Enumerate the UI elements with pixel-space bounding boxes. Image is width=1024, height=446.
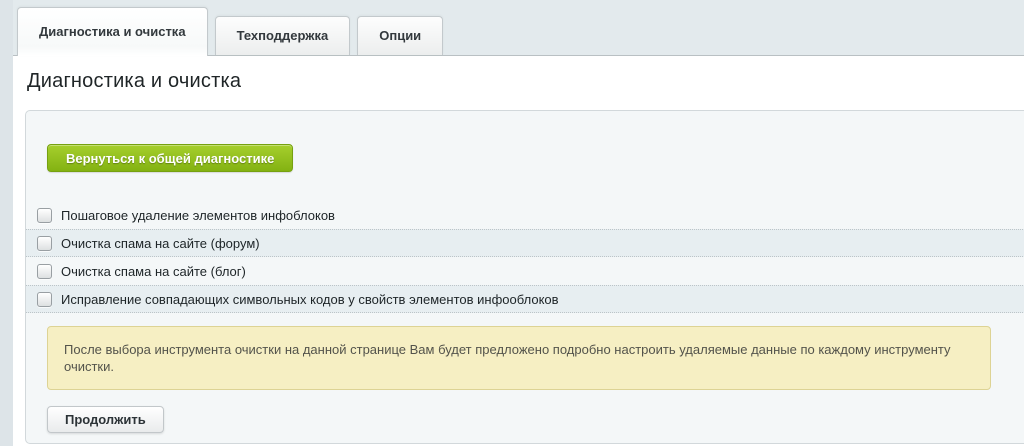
tab-support[interactable]: Техподдержка [215, 16, 351, 55]
option-label: Пошаговое удаление элементов инфоблоков [61, 208, 335, 223]
content-panel: Вернуться к общей диагностике Пошаговое … [25, 110, 1024, 444]
page-title: Диагностика и очистка [13, 57, 1024, 93]
tab-options[interactable]: Опции [357, 16, 443, 55]
option-label: Исправление совпадающих символьных кодов… [61, 292, 559, 307]
option-checkbox[interactable] [37, 264, 52, 279]
option-label: Очистка спама на сайте (блог) [61, 264, 246, 279]
option-row-forum-spam[interactable]: Очистка спама на сайте (форум) [26, 229, 1024, 257]
cleanup-options-list: Пошаговое удаление элементов инфоблоков … [26, 201, 1024, 313]
option-checkbox[interactable] [37, 208, 52, 223]
continue-button[interactable]: Продолжить [47, 406, 164, 433]
page-left-gutter [0, 0, 13, 446]
option-row-fix-symbolic-codes[interactable]: Исправление совпадающих символьных кодов… [26, 285, 1024, 313]
option-checkbox[interactable] [37, 236, 52, 251]
option-checkbox[interactable] [37, 292, 52, 307]
tab-diagnostics-cleanup[interactable]: Диагностика и очистка [17, 7, 208, 56]
option-row-blog-spam[interactable]: Очистка спама на сайте (блог) [26, 257, 1024, 285]
tab-bar: Диагностика и очистка Техподдержка Опции [13, 0, 1024, 56]
title-area: Диагностика и очистка [13, 57, 1024, 110]
option-row-stepwise-delete[interactable]: Пошаговое удаление элементов инфоблоков [26, 201, 1024, 229]
option-label: Очистка спама на сайте (форум) [61, 236, 260, 251]
back-to-general-diagnostics-button[interactable]: Вернуться к общей диагностике [47, 144, 293, 172]
info-note: После выбора инструмента очистки на данн… [47, 326, 991, 390]
